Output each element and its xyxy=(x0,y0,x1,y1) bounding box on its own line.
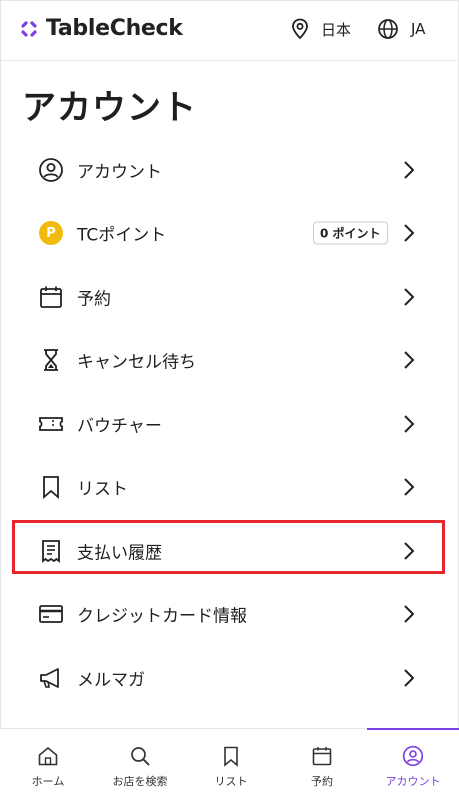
chevron-right-icon xyxy=(404,224,415,242)
calendar-icon xyxy=(38,284,64,310)
points-coin-icon: P xyxy=(38,220,64,246)
brand-name: TableCheck xyxy=(46,16,183,41)
ticket-icon xyxy=(38,411,64,437)
chevron-right-icon xyxy=(404,605,415,623)
menu-item-vouchers[interactable]: バウチャー xyxy=(0,392,459,456)
globe-icon xyxy=(378,19,398,39)
menu-item-label: クレジットカード情報 xyxy=(77,606,247,627)
menu-item-list[interactable]: リスト xyxy=(0,456,459,520)
menu-item-label: リスト xyxy=(77,479,128,500)
chevron-right-icon xyxy=(404,669,415,687)
account-menu: アカウント P TCポイント 0 ポイント 予約 キャンセル待ち バウチャー リ… xyxy=(0,138,459,710)
tab-label: お店を検索 xyxy=(112,775,168,788)
region-label: 日本 xyxy=(321,20,352,39)
tab-label: ホーム xyxy=(31,775,65,788)
chevron-right-icon xyxy=(404,415,415,433)
user-circle-icon xyxy=(402,745,424,767)
bottom-tab-bar: ホーム お店を検索 リスト 予約 アカウント xyxy=(0,728,459,807)
tab-search[interactable]: お店を検索 xyxy=(94,729,186,807)
tab-reservations[interactable]: 予約 xyxy=(276,729,368,807)
menu-item-label: バウチャー xyxy=(77,416,162,437)
chevron-right-icon xyxy=(404,351,415,369)
megaphone-icon xyxy=(38,665,64,691)
search-icon xyxy=(131,747,150,766)
bookmark-icon xyxy=(38,474,64,500)
menu-item-label: アカウント xyxy=(77,162,162,183)
chevron-right-icon xyxy=(404,288,415,306)
top-header: TableCheck 日本 JA xyxy=(0,0,459,61)
region-selector[interactable]: 日本 xyxy=(291,18,351,40)
tab-list[interactable]: リスト xyxy=(185,729,277,807)
menu-item-tc-points[interactable]: P TCポイント 0 ポイント xyxy=(0,202,459,266)
bookmark-icon xyxy=(224,746,238,767)
menu-item-waitlist[interactable]: キャンセル待ち xyxy=(0,329,459,393)
menu-item-newsletter[interactable]: メルマガ xyxy=(0,646,459,710)
highlight-box xyxy=(12,520,445,574)
menu-item-reservations[interactable]: 予約 xyxy=(0,265,459,329)
menu-item-label: 予約 xyxy=(77,289,111,310)
points-badge: 0 ポイント xyxy=(313,221,388,245)
chevron-right-icon xyxy=(404,478,415,496)
language-label: JA xyxy=(411,20,426,38)
tab-home[interactable]: ホーム xyxy=(2,729,94,807)
chevron-right-icon xyxy=(404,161,415,179)
points-coin-letter: P xyxy=(39,221,63,246)
brand-logo[interactable]: TableCheck xyxy=(20,16,183,41)
calendar-icon xyxy=(312,747,332,766)
tab-label: リスト xyxy=(214,775,248,788)
user-circle-icon xyxy=(38,157,64,183)
tablecheck-logo-icon xyxy=(21,20,37,37)
menu-item-account[interactable]: アカウント xyxy=(0,138,459,202)
hourglass-icon xyxy=(38,347,64,373)
menu-item-label: TCポイント xyxy=(77,225,167,246)
language-selector[interactable]: JA xyxy=(377,18,425,40)
location-pin-icon xyxy=(292,18,308,40)
tab-account[interactable]: アカウント xyxy=(367,728,459,807)
menu-item-credit-card[interactable]: クレジットカード情報 xyxy=(0,583,459,647)
menu-item-label: メルマガ xyxy=(77,670,145,691)
tab-label: 予約 xyxy=(311,775,333,788)
home-icon xyxy=(38,746,58,766)
credit-card-icon xyxy=(38,601,64,627)
tab-label: アカウント xyxy=(385,775,441,788)
menu-item-label: キャンセル待ち xyxy=(77,352,196,373)
page-title: アカウント xyxy=(22,88,197,128)
